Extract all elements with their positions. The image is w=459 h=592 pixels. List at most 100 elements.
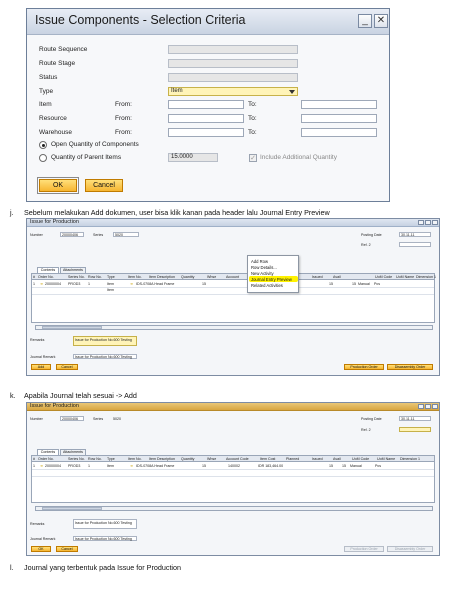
link-arrow-icon[interactable]: ➔ <box>40 282 43 286</box>
journal-remark-value: Issue for Production No.600 Testing <box>75 537 132 541</box>
maximize-icon[interactable] <box>425 220 431 225</box>
grid-line <box>32 294 434 295</box>
resource-to-label: To: <box>248 115 257 122</box>
series-label: Series <box>93 417 104 421</box>
issue-for-production-window-1: Issue for Production Number 20000406 Ser… <box>26 218 440 376</box>
issue-for-production-window-2: Issue for Production Number 20000406 Ser… <box>26 402 440 556</box>
minimize-icon[interactable] <box>418 220 424 225</box>
window-2-title: Issue for Production <box>30 403 79 409</box>
warehouse-from-field[interactable] <box>168 128 244 137</box>
parent-quantity-value: 15.0000 <box>171 154 193 160</box>
cancel-button[interactable]: Cancel <box>56 546 78 552</box>
grid-line <box>32 469 434 470</box>
close-icon[interactable]: ✕ <box>374 14 388 28</box>
disassembly-order-button[interactable]: Disassembly Order <box>387 364 433 370</box>
type-select[interactable]: Item <box>168 87 298 96</box>
status-field <box>168 73 298 82</box>
menu-item-journal-entry-preview[interactable]: Journal Entry Preview <box>251 277 292 282</box>
minimize-icon[interactable] <box>418 404 424 409</box>
link-arrow-icon[interactable]: ➔ <box>130 282 133 286</box>
open-quantity-radio[interactable] <box>39 141 47 149</box>
col-order-no: Order No. <box>38 275 54 279</box>
journal-remark-field[interactable]: Issue for Production No.600 Testing <box>73 536 137 541</box>
col-row-no: Row No. <box>88 457 102 461</box>
remarks-field[interactable]: Issue for Production No.600 Testing <box>73 336 137 346</box>
row-item-cost: IDR 183,464.00 <box>258 464 284 468</box>
warehouse-from-label: From: <box>115 129 132 136</box>
col-dimension-1: Dimension 1 <box>400 457 420 461</box>
row-avail2: 15 <box>342 464 346 468</box>
status-label: Status <box>39 74 58 81</box>
cancel-button[interactable]: Cancel <box>85 179 123 192</box>
ok-button[interactable]: OK <box>37 177 79 194</box>
parent-quantity-radio[interactable] <box>39 154 47 162</box>
scrollbar-thumb[interactable] <box>42 326 102 329</box>
col-uom-code: UoM Code <box>352 457 370 461</box>
journal-remark-label: Journal Remark <box>30 537 56 541</box>
menu-item-row-details[interactable]: Row Details... <box>251 265 277 270</box>
dialog-title: Issue Components - Selection Criteria <box>35 13 246 27</box>
close-icon[interactable] <box>432 220 438 225</box>
row2-type: Item <box>107 288 114 292</box>
col-order-no: Order No. <box>38 457 54 461</box>
number-field[interactable]: 20000406 <box>60 416 84 421</box>
posting-date-label: Posting Date <box>361 233 382 237</box>
row-quantity: 15 <box>202 464 206 468</box>
scrollbar-thumb[interactable] <box>42 507 102 510</box>
col-series-no: Series No. <box>68 275 85 279</box>
item-to-field[interactable] <box>301 100 377 109</box>
row-uom-code: Manual <box>350 464 362 468</box>
series-select[interactable]: 5020 <box>113 232 139 237</box>
caption-l: l. Journal yang terbentuk pada Issue for … <box>10 563 181 572</box>
link-arrow-icon[interactable]: ➔ <box>40 464 43 468</box>
warehouse-to-field[interactable] <box>301 128 377 137</box>
item-from-field[interactable] <box>168 100 244 109</box>
menu-item-related-activities[interactable]: Related Activities <box>251 283 283 288</box>
posting-date-field[interactable]: 30.11.11 <box>399 416 431 421</box>
number-label: Number <box>30 417 43 421</box>
add-button[interactable]: Add <box>31 364 51 370</box>
ref2-field[interactable] <box>399 242 431 247</box>
horizontal-scrollbar[interactable] <box>35 506 433 511</box>
context-menu: Add Row Row Details... New Activity Jour… <box>247 255 299 293</box>
number-label: Number <box>30 233 43 237</box>
resource-to-field[interactable] <box>301 114 377 123</box>
ref2-field[interactable] <box>399 427 431 432</box>
caption-k: k. Apabila Journal telah sesuai -> Add <box>10 391 137 400</box>
remarks-field[interactable]: Issue for Production No.600 Testing <box>73 519 137 529</box>
ok-button[interactable]: OK <box>31 546 51 552</box>
number-value: 20000406 <box>62 417 78 421</box>
number-field[interactable]: 20000406 <box>60 232 84 237</box>
col-account: Account <box>226 275 239 279</box>
col-dimension-1: Dimension 1 <box>416 275 436 279</box>
series-value: 5020 <box>113 417 121 421</box>
col-item-no: Item No. <box>128 457 142 461</box>
close-icon[interactable] <box>432 404 438 409</box>
row-avail: 15 <box>329 464 333 468</box>
col-issued: Issued <box>312 275 323 279</box>
series-label: Series <box>93 233 104 237</box>
cancel-button[interactable]: Cancel <box>56 364 78 370</box>
production-order-button[interactable]: Production Order <box>344 364 384 370</box>
resource-from-field[interactable] <box>168 114 244 123</box>
menu-item-add-row[interactable]: Add Row <box>251 259 268 264</box>
link-arrow-icon[interactable]: ➔ <box>130 464 133 468</box>
include-additional-checkbox[interactable]: ✓ <box>249 154 257 162</box>
row-uom-name: Pcs <box>374 282 380 286</box>
remarks-label: Remarks <box>30 522 45 526</box>
maximize-icon[interactable] <box>425 404 431 409</box>
col-type: Type <box>107 275 115 279</box>
row-type: Item <box>107 282 114 286</box>
posting-date-field[interactable]: 30.11.11 <box>399 232 431 237</box>
grid-header: # Order No. Series No. Row No. Type Item… <box>32 456 434 462</box>
grid-line <box>32 476 434 477</box>
route-sequence-field <box>168 45 298 54</box>
horizontal-scrollbar[interactable] <box>35 325 433 330</box>
resource-from-label: From: <box>115 115 132 122</box>
col-item-cost: Item Cost <box>260 457 276 461</box>
minimize-icon[interactable]: _ <box>358 14 372 28</box>
journal-remark-field[interactable]: Issue for Production No.600 Testing <box>73 354 137 359</box>
ref2-label: Ref. 2 <box>361 428 371 432</box>
selection-criteria-dialog: Issue Components - Selection Criteria _ … <box>26 8 390 202</box>
posting-date-label: Posting Date <box>361 417 382 421</box>
